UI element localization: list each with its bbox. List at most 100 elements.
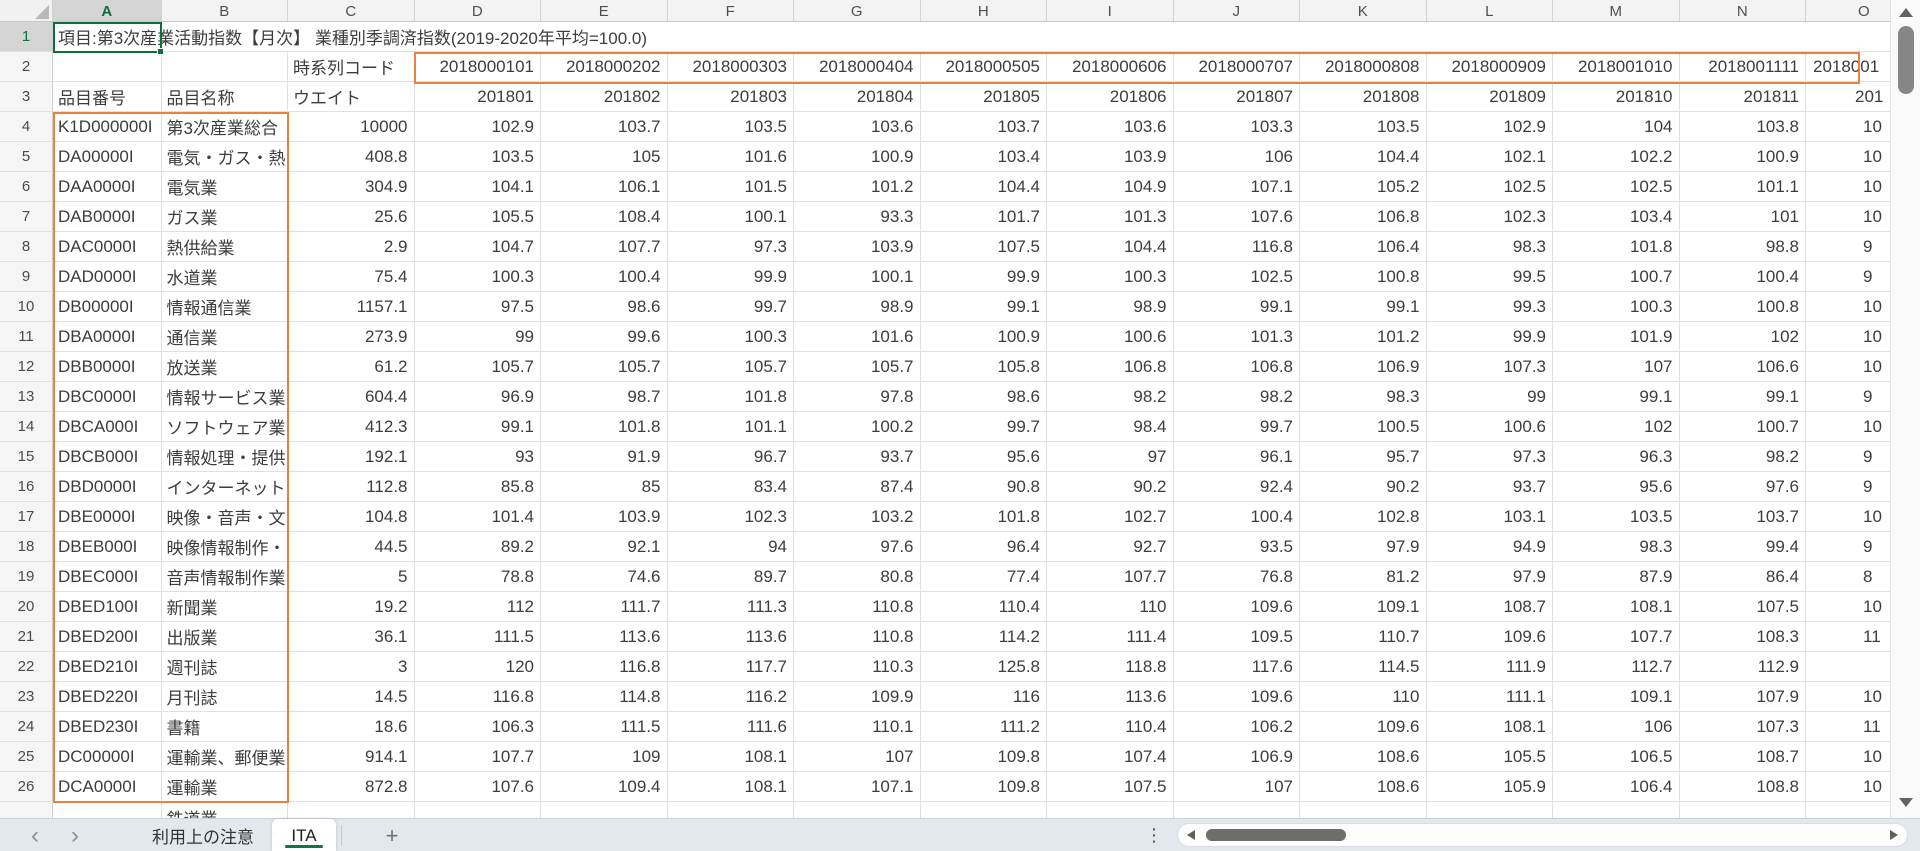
cell-item-name[interactable]: 情報処理・提供: [162, 442, 289, 471]
cell-weight[interactable]: 44.5: [288, 532, 415, 561]
cell-weight[interactable]: 1157.1: [288, 292, 415, 321]
cell-value[interactable]: 109.9: [794, 682, 921, 711]
cell-item-code[interactable]: DBED230I: [53, 712, 162, 741]
cell-item-code[interactable]: DBED210I: [53, 652, 162, 681]
cell-value[interactable]: 94: [668, 532, 795, 561]
cell-value[interactable]: 101.6: [794, 322, 921, 351]
cell-value[interactable]: 98.3: [1427, 232, 1554, 261]
row-number[interactable]: 20: [0, 592, 53, 621]
cell-month[interactable]: 201805: [921, 82, 1048, 111]
cell-item-code[interactable]: DC00000I: [53, 742, 162, 771]
cell-value[interactable]: 107.9: [1680, 682, 1807, 711]
cell-value[interactable]: 107.5: [1047, 772, 1174, 801]
cell-value[interactable]: 103.1: [1427, 502, 1554, 531]
row-number[interactable]: 3: [0, 82, 53, 111]
cell-month[interactable]: 201806: [1047, 82, 1174, 111]
cell-value[interactable]: 100.5: [1300, 412, 1427, 441]
cell-value[interactable]: 102.3: [1427, 202, 1554, 231]
cell-value[interactable]: 100.3: [1553, 292, 1680, 321]
cell-value[interactable]: 99: [1427, 382, 1554, 411]
cell-item-code[interactable]: DAB0000I: [53, 202, 162, 231]
row-number[interactable]: [0, 802, 53, 818]
cell-value[interactable]: 105.7: [668, 352, 795, 381]
cell-weight[interactable]: 10000: [288, 112, 415, 141]
cell-value[interactable]: 92.4: [1174, 472, 1301, 501]
cell-value[interactable]: 103.6: [1047, 112, 1174, 141]
cell-code[interactable]: 2018000505: [921, 52, 1048, 81]
cell-item-name[interactable]: 通信業: [162, 322, 289, 351]
cell-value[interactable]: 103.5: [415, 142, 542, 171]
row-number[interactable]: 8: [0, 232, 53, 261]
cell-value[interactable]: 95.7: [1300, 442, 1427, 471]
cell-value-clipped[interactable]: 10: [1806, 682, 1890, 711]
cell-value[interactable]: 99.1: [415, 412, 542, 441]
cell-value-clipped[interactable]: 10: [1806, 112, 1890, 141]
cell-value[interactable]: 87.4: [794, 472, 921, 501]
sheet-options-button[interactable]: ⋮: [1142, 819, 1166, 851]
cell-value[interactable]: 96.9: [415, 382, 542, 411]
cell-item-code[interactable]: DBED200I: [53, 622, 162, 651]
cell-item-code[interactable]: DBD0000I: [53, 472, 162, 501]
cell-value[interactable]: 111.5: [541, 712, 668, 741]
cell-value[interactable]: 109.1: [1553, 682, 1680, 711]
cell-value[interactable]: 106.2: [1174, 712, 1301, 741]
cell-item-code[interactable]: DAD0000I: [53, 262, 162, 291]
cell-value[interactable]: 103.4: [1553, 202, 1680, 231]
cell-value[interactable]: [541, 802, 668, 818]
cell-value-clipped[interactable]: 10: [1806, 292, 1890, 321]
cell-value[interactable]: 98.6: [541, 292, 668, 321]
cell-value[interactable]: 110.4: [921, 592, 1048, 621]
cell-code[interactable]: 2018000606: [1047, 52, 1174, 81]
cell-value[interactable]: 101: [1680, 202, 1807, 231]
cell-item-code[interactable]: DBEC000I: [53, 562, 162, 591]
cell-value[interactable]: 113.6: [541, 622, 668, 651]
cell-value[interactable]: 102.2: [1553, 142, 1680, 171]
column-header-m[interactable]: M: [1553, 0, 1680, 22]
cell-value[interactable]: 105.7: [794, 352, 921, 381]
row-number[interactable]: 23: [0, 682, 53, 711]
cell-value[interactable]: 101.8: [1553, 232, 1680, 261]
cell-value[interactable]: 90.8: [921, 472, 1048, 501]
cell-weight[interactable]: 14.5: [288, 682, 415, 711]
cell-value[interactable]: 101.5: [668, 172, 795, 201]
cell-value[interactable]: 107: [794, 742, 921, 771]
scroll-right-arrow-icon[interactable]: [1890, 830, 1898, 840]
cell-item-code[interactable]: DB00000I: [53, 292, 162, 321]
column-header-n[interactable]: N: [1680, 0, 1807, 22]
cell-value[interactable]: 109.6: [1427, 622, 1554, 651]
row-number[interactable]: 11: [0, 322, 53, 351]
cell-item-name[interactable]: 書籍: [162, 712, 289, 741]
tab-ita-active[interactable]: ITA: [272, 819, 336, 851]
cell-value[interactable]: 101.9: [1553, 322, 1680, 351]
cell-weight[interactable]: 5: [288, 562, 415, 591]
cell-value[interactable]: 111.2: [921, 712, 1048, 741]
cell-value[interactable]: 103.5: [1553, 502, 1680, 531]
cell-value[interactable]: 111.3: [668, 592, 795, 621]
cell-value[interactable]: 85: [541, 472, 668, 501]
cell-value[interactable]: 107.5: [921, 232, 1048, 261]
row-number[interactable]: 12: [0, 352, 53, 381]
cell-value[interactable]: 109.4: [541, 772, 668, 801]
row-number[interactable]: 6: [0, 172, 53, 201]
cell-value-clipped[interactable]: 9: [1806, 382, 1890, 411]
cell-value-clipped[interactable]: 9: [1806, 442, 1890, 471]
row-number[interactable]: 21: [0, 622, 53, 651]
cell-value[interactable]: 101.3: [1174, 322, 1301, 351]
cell-item-code[interactable]: DCA0000I: [53, 772, 162, 801]
cell-value[interactable]: 107.1: [1174, 172, 1301, 201]
cell-timeseries-code-label[interactable]: 時系列コード: [288, 52, 415, 81]
cell-value[interactable]: 109.8: [921, 742, 1048, 771]
cell-code[interactable]: 2018000202: [541, 52, 668, 81]
cell-value[interactable]: 107.1: [794, 772, 921, 801]
cell-weight[interactable]: 2.9: [288, 232, 415, 261]
cell-value[interactable]: 108.3: [1680, 622, 1807, 651]
cell[interactable]: [162, 52, 289, 81]
cell-value[interactable]: 114.8: [541, 682, 668, 711]
cell-value[interactable]: 98.7: [541, 382, 668, 411]
cell-value[interactable]: 100.6: [1427, 412, 1554, 441]
row-number[interactable]: 17: [0, 502, 53, 531]
cell-value[interactable]: 108.7: [1427, 592, 1554, 621]
cell-item-code[interactable]: K1D000000I: [53, 112, 162, 141]
cell-weight[interactable]: 412.3: [288, 412, 415, 441]
cell-item-name[interactable]: 電気業: [162, 172, 289, 201]
